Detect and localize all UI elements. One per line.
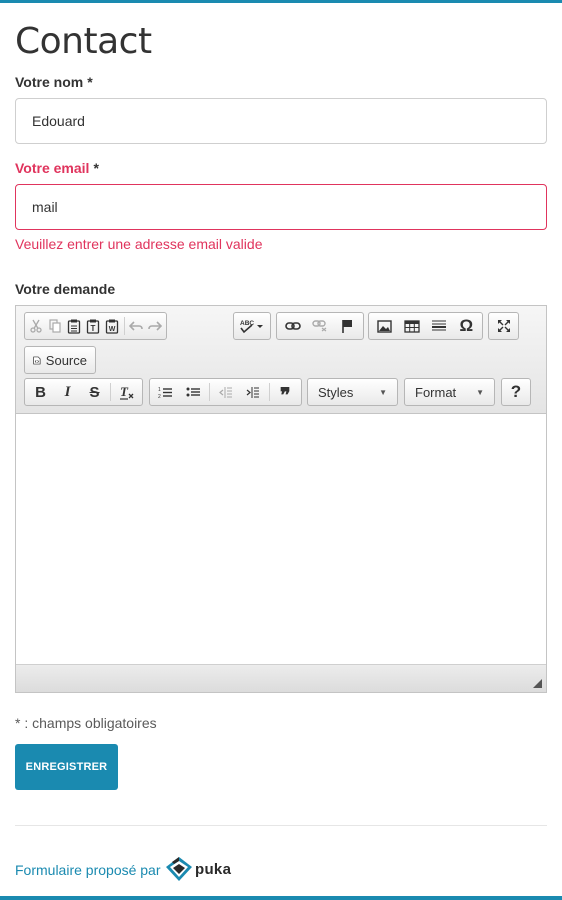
table-icon[interactable] xyxy=(398,314,425,338)
brand-logo[interactable]: puka xyxy=(165,856,231,882)
chevron-down-icon: ▼ xyxy=(379,387,387,397)
italic-icon[interactable]: I xyxy=(54,380,81,404)
brand-name: puka xyxy=(195,860,232,878)
strikethrough-icon[interactable]: S xyxy=(81,380,108,404)
name-label: Votre nom * xyxy=(15,73,93,91)
powered-by-text[interactable]: Formulaire proposé par xyxy=(15,862,161,878)
svg-text:2: 2 xyxy=(158,394,161,399)
svg-text:1: 1 xyxy=(158,387,161,393)
chevron-down-icon: ▼ xyxy=(476,387,484,397)
editor-toolbar: T W ABC Ω Source B I S T 1 2 ❞ Styles ▼ … xyxy=(16,306,546,414)
puka-logo-icon xyxy=(166,857,192,881)
styles-dropdown[interactable]: Styles ▼ xyxy=(307,378,398,406)
maximize-group xyxy=(488,312,519,340)
redo-icon[interactable] xyxy=(145,314,164,338)
format-label: Format xyxy=(415,384,457,400)
spellcheck-group: ABC xyxy=(233,312,271,340)
paste-word-icon[interactable]: W xyxy=(103,314,122,338)
format-dropdown[interactable]: Format ▼ xyxy=(404,378,495,406)
editor-content-area[interactable] xyxy=(16,414,546,664)
required-fields-note: * : champs obligatoires xyxy=(15,715,157,731)
toolbar-separator xyxy=(208,383,210,401)
toolbar-separator xyxy=(110,383,112,401)
svg-text:T: T xyxy=(120,385,129,399)
editor-status-bar xyxy=(16,664,546,692)
link-icon[interactable] xyxy=(279,314,306,338)
indent-icon[interactable] xyxy=(239,380,266,404)
help-icon: ? xyxy=(510,382,522,401)
undo-icon[interactable] xyxy=(126,314,145,338)
paste-icon[interactable] xyxy=(65,314,84,338)
svg-text:W: W xyxy=(109,326,116,333)
svg-text:ABC: ABC xyxy=(240,320,254,327)
spellcheck-icon[interactable]: ABC xyxy=(236,314,268,338)
email-error-message: Veuillez entrer une adresse email valide xyxy=(15,236,263,252)
maximize-icon[interactable] xyxy=(491,314,516,338)
email-label-text: Votre email xyxy=(15,160,90,176)
styles-label: Styles xyxy=(318,384,354,400)
name-field[interactable] xyxy=(15,98,547,144)
source-label: Source xyxy=(45,352,87,368)
paste-text-icon[interactable]: T xyxy=(84,314,103,338)
page-title: Contact xyxy=(15,21,152,62)
top-accent-bar xyxy=(0,0,562,3)
help-button[interactable]: ? xyxy=(501,378,531,406)
remove-format-icon[interactable]: T xyxy=(113,380,140,404)
email-label: Votre email * xyxy=(15,159,99,177)
outdent-icon[interactable] xyxy=(212,380,239,404)
required-asterisk: * xyxy=(87,74,93,90)
omega-icon[interactable]: Ω xyxy=(453,314,480,338)
submit-button[interactable]: ENREGISTRER xyxy=(15,744,118,790)
basic-styles-group: B I S T xyxy=(24,378,143,406)
bottom-accent-bar xyxy=(0,896,562,900)
rich-text-editor: T W ABC Ω Source B I S T 1 2 ❞ Styles ▼ … xyxy=(15,305,547,693)
image-icon[interactable] xyxy=(371,314,398,338)
anchor-flag-icon[interactable] xyxy=(334,314,361,338)
request-label: Votre demande xyxy=(15,281,116,297)
unlink-icon[interactable] xyxy=(306,314,333,338)
bulleted-list-icon[interactable] xyxy=(179,380,206,404)
blockquote-icon[interactable]: ❞ xyxy=(272,380,299,407)
paragraph-group: 12 ❞ xyxy=(149,378,302,407)
clipboard-group: T W xyxy=(24,312,167,340)
toolbar-separator xyxy=(123,317,125,335)
link-group xyxy=(276,312,364,340)
cut-icon[interactable] xyxy=(27,314,46,338)
resize-handle-icon[interactable] xyxy=(533,679,542,688)
source-icon xyxy=(33,356,41,364)
svg-text:T: T xyxy=(91,324,96,333)
required-asterisk: * xyxy=(93,160,99,176)
bold-icon[interactable]: B xyxy=(27,380,54,404)
horizontal-rule-icon[interactable] xyxy=(426,314,453,338)
source-button[interactable]: Source xyxy=(24,346,96,374)
toolbar-separator xyxy=(268,383,270,401)
footer-divider xyxy=(15,825,547,826)
email-field[interactable] xyxy=(15,184,547,230)
copy-icon[interactable] xyxy=(46,314,65,338)
numbered-list-icon[interactable]: 12 xyxy=(152,380,179,404)
name-label-text: Votre nom xyxy=(15,74,84,90)
insert-group: Ω xyxy=(368,312,483,340)
